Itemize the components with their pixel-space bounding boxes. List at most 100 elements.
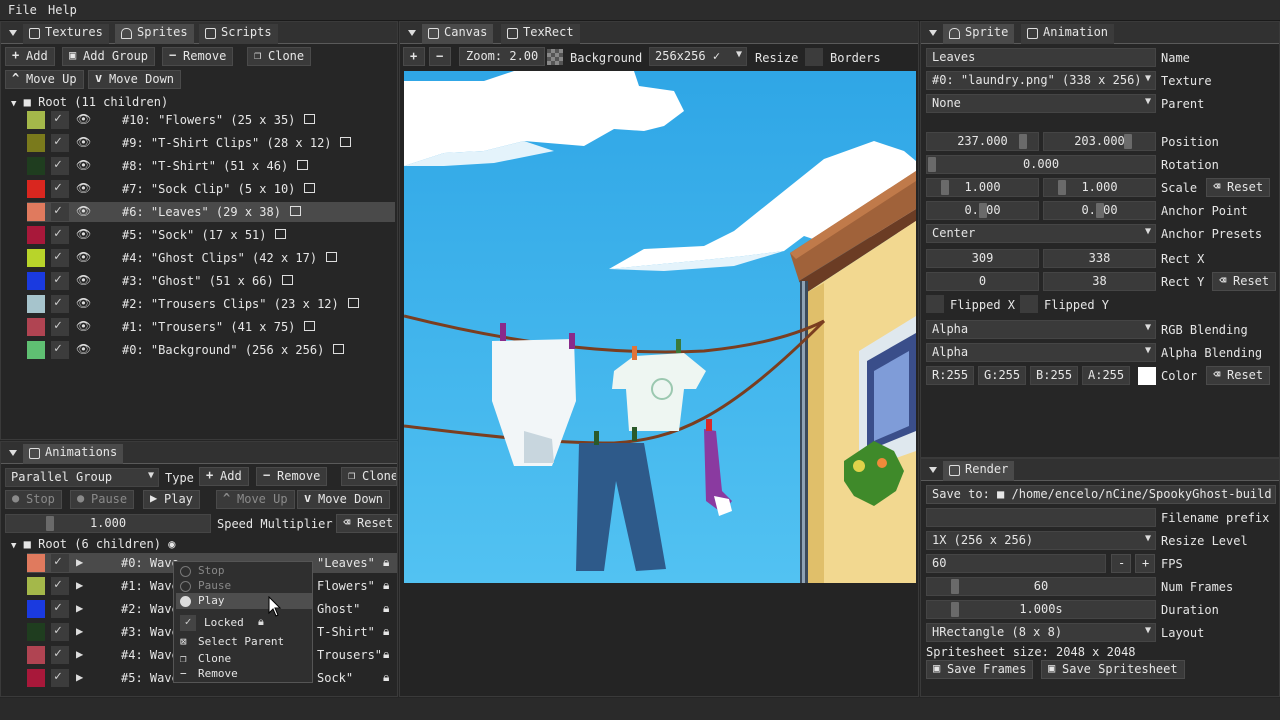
slider-knob[interactable] <box>46 516 54 531</box>
sprite-row[interactable]: 👁︎ #1: "Trousers" (41 x 75) <box>27 317 395 337</box>
speed-multiplier-slider[interactable]: 1.000 <box>5 514 211 533</box>
enabled-checkbox[interactable] <box>51 554 69 572</box>
slider-knob[interactable] <box>951 579 959 594</box>
play-icon[interactable]: ▶ <box>76 555 83 569</box>
remove-animation-button[interactable]: − Remove <box>256 467 328 486</box>
rotation-slider[interactable]: 0.000 <box>926 155 1156 174</box>
ctx-remove[interactable]: Remove <box>198 667 238 680</box>
visible-checkbox[interactable] <box>51 249 69 267</box>
visible-checkbox[interactable] <box>51 272 69 290</box>
play-icon[interactable]: ▶ <box>76 578 83 592</box>
anchor-x-slider[interactable]: 0.000 <box>926 201 1039 220</box>
visible-checkbox[interactable] <box>51 318 69 336</box>
borders-checkbox[interactable] <box>805 48 823 66</box>
sprite-color-swatch[interactable] <box>27 295 45 313</box>
animation-color-swatch[interactable] <box>27 600 45 618</box>
sprite-row[interactable]: 👁︎ #0: "Background" (256 x 256) <box>27 340 395 360</box>
pause-button[interactable]: ● Pause <box>70 490 135 509</box>
color-g-input[interactable]: G:255 <box>978 366 1026 385</box>
save-frames-button[interactable]: ▣ Save Frames <box>926 660 1034 679</box>
rect-x-start-input[interactable]: 309 <box>926 249 1039 268</box>
color-r-input[interactable]: R:255 <box>926 366 974 385</box>
tab-canvas[interactable]: Canvas <box>422 24 494 44</box>
fps-decrement-button[interactable]: - <box>1111 554 1131 573</box>
enabled-checkbox[interactable] <box>51 577 69 595</box>
filename-prefix-input[interactable] <box>926 508 1156 527</box>
save-spritesheet-button[interactable]: ▣ Save Spritesheet <box>1041 660 1185 679</box>
enabled-checkbox[interactable] <box>51 646 69 664</box>
menu-help[interactable]: Help <box>48 3 77 17</box>
position-y-slider[interactable]: 203.000 <box>1043 132 1156 151</box>
eye-icon[interactable]: 👁︎ <box>76 112 91 126</box>
clone-sprite-button[interactable]: ❐ Clone <box>247 47 312 66</box>
collapse-icon[interactable] <box>929 467 937 473</box>
parent-select[interactable]: None <box>926 94 1156 113</box>
fps-input[interactable]: 60 <box>926 554 1106 573</box>
animation-color-swatch[interactable] <box>27 623 45 641</box>
sprite-color-swatch[interactable] <box>27 157 45 175</box>
sprite-color-swatch[interactable] <box>27 249 45 267</box>
visible-checkbox[interactable] <box>51 203 69 221</box>
position-x-slider[interactable]: 237.000 <box>926 132 1039 151</box>
stop-button[interactable]: ● Stop <box>5 490 62 509</box>
canvas-size-select[interactable]: 256x256 ✓ <box>649 47 747 66</box>
checkbox-checked-icon[interactable]: ✓ <box>180 615 196 631</box>
rect-reset-button[interactable]: ⌫ Reset <box>1212 272 1277 291</box>
enabled-checkbox[interactable] <box>51 600 69 618</box>
slider-knob[interactable] <box>951 602 959 617</box>
visible-checkbox[interactable] <box>51 157 69 175</box>
fps-increment-button[interactable]: + <box>1135 554 1155 573</box>
slider-knob[interactable] <box>1096 203 1104 218</box>
eye-icon[interactable]: 👁︎ <box>76 135 91 149</box>
tab-textures[interactable]: Textures <box>23 24 109 44</box>
anim-root-node[interactable]: ▼ ■ Root (6 children) ◉ <box>11 537 175 551</box>
slider-knob[interactable] <box>928 157 936 172</box>
color-b-input[interactable]: B:255 <box>1030 366 1078 385</box>
play-icon[interactable]: ▶ <box>76 624 83 638</box>
enabled-checkbox[interactable] <box>51 669 69 687</box>
resize-level-select[interactable]: 1X (256 x 256) <box>926 531 1156 550</box>
sprite-row[interactable]: 👁︎ #4: "Ghost Clips" (42 x 17) <box>27 248 395 268</box>
visible-checkbox[interactable] <box>51 134 69 152</box>
ctx-stop[interactable]: Stop <box>198 564 225 577</box>
anchor-y-slider[interactable]: 0.000 <box>1043 201 1156 220</box>
tab-sprite[interactable]: Sprite <box>943 24 1015 44</box>
zoom-reset-button[interactable]: Zoom: 2.00 <box>459 47 546 66</box>
flipped-y-checkbox[interactable] <box>1020 295 1038 313</box>
root-node[interactable]: ▼ ■ Root (11 children) <box>11 95 168 109</box>
rect-y-start-input[interactable]: 0 <box>926 272 1039 291</box>
scale-x-slider[interactable]: 1.000 <box>926 178 1039 197</box>
scale-reset-button[interactable]: ⌫ Reset <box>1206 178 1271 197</box>
sprite-color-swatch[interactable] <box>27 203 45 221</box>
visible-checkbox[interactable] <box>51 111 69 129</box>
tab-render[interactable]: Render <box>943 461 1015 481</box>
tab-scripts[interactable]: Scripts <box>199 24 278 44</box>
play-button[interactable]: ▶ Play <box>143 490 200 509</box>
eye-icon[interactable]: 👁︎ <box>76 227 91 241</box>
move-up-button[interactable]: ^ Move Up <box>5 70 84 89</box>
sprite-row[interactable]: 👁︎ #2: "Trousers Clips" (23 x 12) <box>27 294 395 314</box>
sprite-color-swatch[interactable] <box>27 180 45 198</box>
anchor-presets-select[interactable]: Center <box>926 224 1156 243</box>
play-icon[interactable]: ▶ <box>76 670 83 684</box>
sprite-row[interactable]: 👁︎ #8: "T-Shirt" (51 x 46) <box>27 156 395 176</box>
enabled-checkbox[interactable] <box>51 623 69 641</box>
slider-knob[interactable] <box>979 203 987 218</box>
eye-icon[interactable]: 👁︎ <box>76 250 91 264</box>
slider-knob[interactable] <box>1058 180 1066 195</box>
color-a-input[interactable]: A:255 <box>1082 366 1130 385</box>
animation-type-select[interactable]: Parallel Group <box>5 468 159 487</box>
sprite-color-swatch[interactable] <box>27 318 45 336</box>
clone-animation-button[interactable]: ❐ Clone <box>341 467 397 486</box>
speed-reset-button[interactable]: ⌫ Reset <box>336 514 398 533</box>
eye-icon[interactable]: 👁︎ <box>76 181 91 195</box>
visible-checkbox[interactable] <box>51 341 69 359</box>
visible-checkbox[interactable] <box>51 295 69 313</box>
collapse-icon[interactable] <box>9 30 17 36</box>
ctx-clone[interactable]: Clone <box>198 652 231 665</box>
tab-animations[interactable]: Animations <box>23 444 124 464</box>
eye-icon[interactable]: 👁︎ <box>76 158 91 172</box>
move-down-button[interactable]: v Move Down <box>88 70 182 89</box>
sprite-color-swatch[interactable] <box>27 226 45 244</box>
slider-knob[interactable] <box>1019 134 1027 149</box>
